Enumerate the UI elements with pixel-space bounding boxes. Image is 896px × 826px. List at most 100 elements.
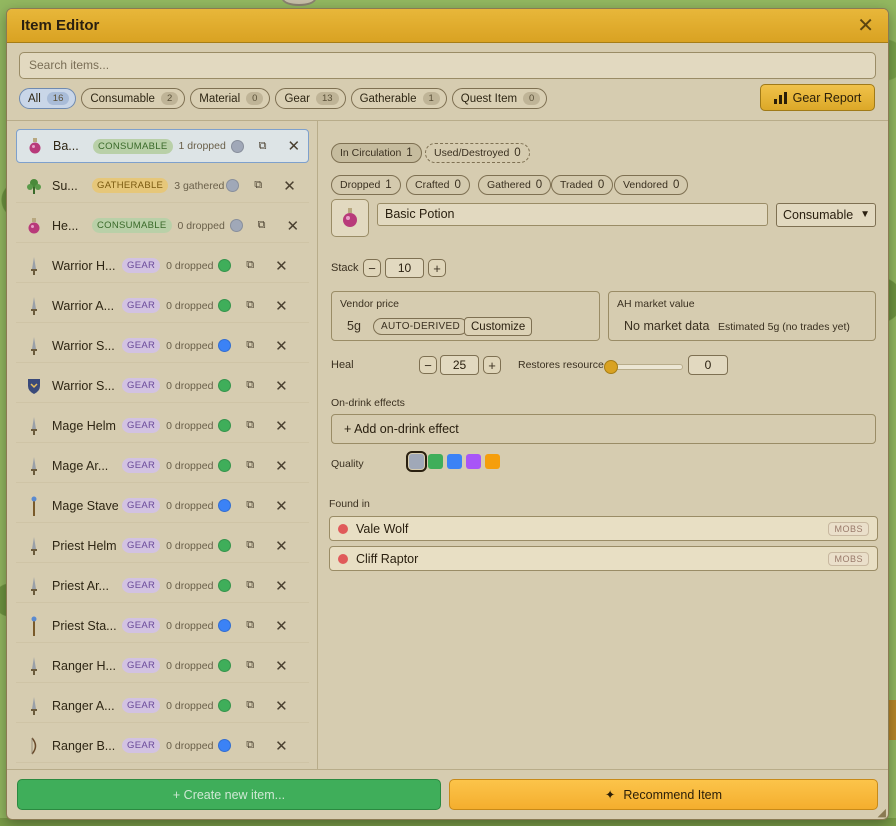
slider-knob[interactable]: [604, 360, 618, 374]
item-row[interactable]: Mage Helm GEAR 0 dropped ⧉ ✕: [16, 409, 309, 443]
auto-derived-tag: AUTO-DERIVED: [373, 318, 468, 335]
filter-chip-label: Gatherable: [359, 92, 417, 105]
item-row[interactable]: Ranger B... GEAR 0 dropped ⧉ ✕: [16, 729, 309, 763]
stack-decrement-button[interactable]: −: [363, 259, 381, 277]
gear-report-button[interactable]: Gear Report: [760, 84, 875, 111]
filter-chip-gear[interactable]: Gear 13: [275, 88, 346, 109]
source-pill-dropped[interactable]: Dropped 1: [331, 175, 401, 195]
delete-icon[interactable]: ✕: [283, 177, 296, 195]
item-row[interactable]: Warrior S... GEAR 0 dropped ⧉ ✕: [16, 369, 309, 403]
duplicate-icon[interactable]: ⧉: [243, 339, 257, 352]
heal-input[interactable]: 25: [440, 355, 479, 375]
item-row[interactable]: Su... GATHERABLE 3 gathered ⧉ ✕: [16, 169, 309, 203]
delete-icon[interactable]: ✕: [287, 217, 300, 235]
ah-market-label: AH market value: [617, 298, 695, 310]
duplicate-icon[interactable]: ⧉: [251, 179, 265, 192]
item-row[interactable]: Priest Sta... GEAR 0 dropped ⧉ ✕: [16, 609, 309, 643]
duplicate-icon[interactable]: ⧉: [256, 140, 270, 153]
item-row[interactable]: Warrior S... GEAR 0 dropped ⧉ ✕: [16, 329, 309, 363]
item-name-input[interactable]: Basic Potion: [377, 203, 768, 226]
delete-icon[interactable]: ✕: [275, 377, 288, 395]
item-row[interactable]: Priest Helm GEAR 0 dropped ⧉ ✕: [16, 529, 309, 563]
delete-icon[interactable]: ✕: [275, 537, 288, 555]
restores-slider[interactable]: [604, 360, 683, 374]
add-on-drink-effect-button[interactable]: + Add on-drink effect: [331, 414, 876, 444]
filter-chip-material[interactable]: Material 0: [190, 88, 271, 109]
duplicate-icon[interactable]: ⧉: [243, 299, 257, 312]
create-new-item-button[interactable]: + Create new item...: [17, 779, 441, 810]
duplicate-icon[interactable]: ⧉: [243, 579, 257, 592]
quality-swatch[interactable]: [485, 454, 500, 469]
heal-increment-button[interactable]: +: [483, 356, 501, 374]
quality-swatch[interactable]: [406, 451, 427, 472]
delete-icon[interactable]: ✕: [288, 137, 301, 155]
item-type-select[interactable]: Consumable ▼: [776, 203, 876, 227]
delete-icon[interactable]: ✕: [275, 337, 288, 355]
quality-swatch[interactable]: [466, 454, 481, 469]
delete-icon[interactable]: ✕: [275, 257, 288, 275]
item-icon-button[interactable]: [331, 199, 369, 237]
close-icon[interactable]: ✕: [857, 16, 874, 36]
delete-icon[interactable]: ✕: [275, 697, 288, 715]
delete-icon[interactable]: ✕: [275, 297, 288, 315]
quality-dot: [218, 259, 232, 272]
found-in-item[interactable]: Vale Wolf MOBS: [329, 516, 878, 541]
duplicate-icon[interactable]: ⧉: [255, 219, 269, 232]
item-row[interactable]: He... CONSUMABLE 0 dropped ⧉ ✕: [16, 209, 309, 243]
duplicate-icon[interactable]: ⧉: [243, 379, 257, 392]
delete-icon[interactable]: ✕: [275, 657, 288, 675]
quality-dot: [218, 699, 232, 712]
duplicate-icon[interactable]: ⧉: [243, 259, 257, 272]
item-name: Ba...: [53, 139, 79, 153]
filter-chip-consumable[interactable]: Consumable 2: [81, 88, 186, 109]
item-row[interactable]: Priest Ar... GEAR 0 dropped ⧉ ✕: [16, 569, 309, 603]
filter-chip-quest-item[interactable]: Quest Item 0: [451, 88, 548, 109]
source-pill-vendored[interactable]: Vendored 0: [614, 175, 689, 195]
stack-input[interactable]: 10: [385, 258, 424, 278]
delete-icon[interactable]: ✕: [275, 737, 288, 755]
duplicate-icon[interactable]: ⧉: [243, 499, 257, 512]
stack-increment-button[interactable]: +: [428, 259, 446, 277]
delete-icon[interactable]: ✕: [275, 497, 288, 515]
source-pill-traded[interactable]: Traded 0: [551, 175, 614, 195]
item-type-badge: GEAR: [122, 458, 161, 473]
item-stat: 0 dropped: [166, 499, 214, 512]
duplicate-icon[interactable]: ⧉: [243, 619, 257, 632]
item-stat: 0 dropped: [166, 299, 214, 312]
restores-input[interactable]: 0: [688, 355, 728, 375]
title-bar[interactable]: Item Editor ✕: [7, 9, 888, 43]
quality-swatch[interactable]: [447, 454, 462, 469]
heal-decrement-button[interactable]: −: [419, 356, 437, 374]
duplicate-icon[interactable]: ⧉: [243, 539, 257, 552]
item-row[interactable]: Mage Stave GEAR 0 dropped ⧉ ✕: [16, 489, 309, 523]
duplicate-icon[interactable]: ⧉: [243, 659, 257, 672]
source-pill-crafted[interactable]: Crafted 0: [406, 175, 470, 195]
source-pill-gathered[interactable]: Gathered 0: [478, 175, 552, 195]
delete-icon[interactable]: ✕: [275, 457, 288, 475]
item-row[interactable]: Ranger H... GEAR 0 dropped ⧉ ✕: [16, 649, 309, 683]
filter-chip-all[interactable]: All 16: [19, 88, 77, 109]
delete-icon[interactable]: ✕: [275, 617, 288, 635]
item-row[interactable]: Warrior A... GEAR 0 dropped ⧉ ✕: [16, 289, 309, 323]
item-row[interactable]: Ranger A... GEAR 0 dropped ⧉ ✕: [16, 689, 309, 723]
item-row[interactable]: Warrior H... GEAR 0 dropped ⧉ ✕: [16, 249, 309, 283]
found-in-item[interactable]: Cliff Raptor MOBS: [329, 546, 878, 571]
duplicate-icon[interactable]: ⧉: [243, 699, 257, 712]
duplicate-icon[interactable]: ⧉: [243, 739, 257, 752]
customize-button[interactable]: Customize: [464, 317, 533, 336]
stat-pill-used-destroyed[interactable]: Used/Destroyed 0: [425, 143, 530, 163]
filter-chip-gatherable[interactable]: Gatherable 1: [350, 88, 447, 109]
delete-icon[interactable]: ✕: [275, 577, 288, 595]
delete-icon[interactable]: ✕: [275, 417, 288, 435]
duplicate-icon[interactable]: ⧉: [243, 459, 257, 472]
duplicate-icon[interactable]: ⧉: [243, 419, 257, 432]
quality-swatch[interactable]: [428, 454, 443, 469]
sword-icon: [16, 256, 52, 275]
search-input[interactable]: Search items...: [19, 52, 876, 79]
recommend-item-button[interactable]: ✦ Recommend Item: [449, 779, 878, 810]
item-row[interactable]: Mage Ar... GEAR 0 dropped ⧉ ✕: [16, 449, 309, 483]
item-row[interactable]: Ba... CONSUMABLE 1 dropped ⧉ ✕: [16, 129, 309, 163]
item-type-badge: GATHERABLE: [92, 178, 169, 193]
resize-handle-icon[interactable]: ◢: [878, 806, 886, 819]
stat-pill-in-circulation[interactable]: In Circulation 1: [331, 143, 422, 163]
